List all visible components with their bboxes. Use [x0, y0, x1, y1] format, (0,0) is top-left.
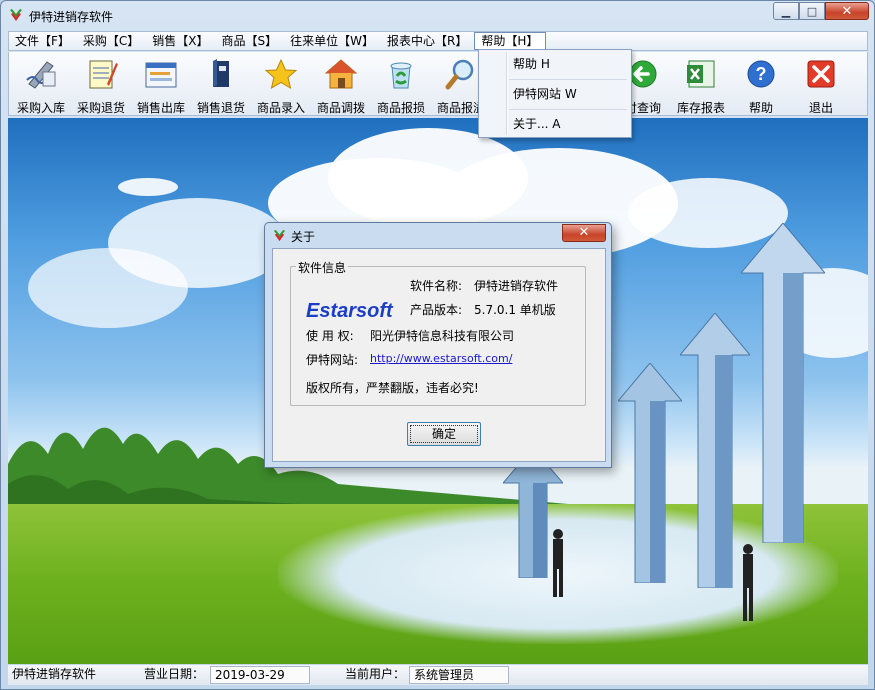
magnifier-icon [445, 59, 474, 90]
toolbar-purchase-return[interactable]: 采购退货 [71, 56, 131, 115]
menu-goods[interactable]: 商品【S】 [216, 32, 285, 50]
app-logo-icon [10, 9, 22, 21]
document-form-icon [145, 62, 177, 88]
businessman-figure [743, 544, 753, 621]
house-icon [324, 59, 358, 89]
brand-logo-text: Estarsoft [306, 300, 393, 322]
title-bar[interactable]: 伊特进销存软件 ▁ □ ✕ [1, 1, 874, 29]
book-icon [213, 59, 229, 87]
dialog-close-button[interactable]: ✕ [562, 224, 606, 242]
menu-separator [509, 79, 627, 80]
status-bar: 伊特进销存软件 营业日期： 2019-03-29 当前用户： 系统管理员 [8, 665, 868, 685]
menu-reports[interactable]: 报表中心【R】 [381, 32, 474, 50]
toolbar-label: 销售退货 [196, 101, 245, 115]
star-icon [264, 58, 298, 90]
maximize-icon: □ [806, 4, 818, 18]
svg-text:?: ? [756, 64, 767, 84]
toolbar-goods-entry[interactable]: 商品录入 [251, 56, 311, 115]
menu-file[interactable]: 文件【F】 [9, 32, 77, 50]
toolbar-goods-loss[interactable]: 商品报损 [371, 56, 431, 115]
main-window: 伊特进销存软件 ▁ □ ✕ 文件【F】 采购【C】 销售【X】 商品【S】 往来… [0, 0, 875, 690]
toolbar-label: 商品调拨 [316, 101, 365, 115]
toolbar-label: 帮助 [748, 101, 773, 115]
toolbar-label: 销售出库 [136, 101, 185, 115]
status-user-label: 当前用户： [345, 667, 406, 681]
toolbar-label: 库存报表 [676, 101, 725, 115]
software-info-group: 软件信息 Estarsoft 软件名称: 伊特进销存软件 产品版本: 5.7.0… [290, 259, 586, 406]
menu-purchase[interactable]: 采购【C】 [77, 32, 146, 50]
pen-doc-icon [26, 61, 56, 89]
ok-button[interactable]: 确定 [407, 422, 481, 446]
menu-item-about[interactable]: 关于... A [481, 112, 629, 136]
cloud [28, 248, 188, 328]
excel-icon [687, 60, 715, 88]
minimize-icon: ▁ [781, 4, 791, 18]
close-icon: ✕ [841, 3, 853, 19]
toolbar-help[interactable]: ? 帮助 [731, 56, 791, 115]
exit-icon [807, 60, 835, 88]
menu-item-website[interactable]: 伊特网站 W [481, 82, 629, 106]
toolbar-goods-transfer[interactable]: 商品调拨 [311, 56, 371, 115]
arrow-graphic [741, 223, 825, 543]
recycle-bin-icon [390, 62, 412, 89]
businessman-figure [553, 529, 563, 597]
menu-bar: 文件【F】 采购【C】 销售【X】 商品【S】 往来单位【W】 报表中心【R】 … [8, 31, 868, 51]
license-value: 阳光伊特信息科技有限公司 [370, 329, 515, 343]
version-value: 5.7.0.1 单机版 [474, 303, 556, 317]
toolbar-stock-report[interactable]: 库存报表 [671, 56, 731, 115]
toolbar-label: 采购入库 [16, 101, 65, 115]
help-dropdown-menu: 帮助 H 伊特网站 W 关于... A [478, 49, 632, 138]
menu-help[interactable]: 帮助【H】 [474, 32, 547, 50]
close-icon: ✕ [578, 225, 590, 240]
arrow-graphic [618, 363, 682, 583]
status-date-label: 营业日期： [144, 667, 205, 681]
toolbar-exit[interactable]: 退出 [791, 56, 851, 115]
status-app-name: 伊特进销存软件 [12, 667, 97, 681]
menu-separator [509, 109, 627, 110]
license-label: 使 用 权: [306, 329, 354, 343]
copyright-text: 版权所有，严禁翻版，违者必究! [306, 381, 479, 395]
website-label: 伊特网站: [306, 353, 359, 367]
version-label: 产品版本: [410, 303, 463, 317]
cloud [118, 178, 178, 196]
toolbar-sales-return[interactable]: 销售退货 [191, 56, 251, 115]
window-title: 伊特进销存软件 [29, 10, 114, 24]
toolbar-label: 商品报损 [376, 101, 425, 115]
window-controls: ▁ □ ✕ [773, 2, 869, 20]
status-user-value: 系统管理员 [409, 666, 509, 684]
toolbar-label: 退出 [808, 101, 833, 115]
toolbar: 采购入库 采购退货 销售出库 销售退货 商品录入 商品调拨 商品报损 商品报溢 … [8, 52, 868, 116]
notepad-pen-icon [89, 60, 118, 89]
close-button[interactable]: ✕ [825, 2, 869, 20]
website-link[interactable]: http://www.estarsoft.com/ [370, 352, 512, 365]
group-title: 软件信息 [296, 259, 349, 276]
about-dialog: 关于 ✕ 软件信息 Estarsoft 软件名称: 伊特进销存软件 产品版本: … [264, 222, 612, 468]
name-value: 伊特进销存软件 [474, 279, 559, 293]
minimize-button[interactable]: ▁ [773, 2, 799, 20]
menu-sales[interactable]: 销售【X】 [146, 32, 215, 50]
toolbar-purchase-in[interactable]: 采购入库 [11, 56, 71, 115]
toolbar-label: 采购退货 [76, 101, 125, 115]
name-label: 软件名称: [410, 279, 463, 293]
menu-partners[interactable]: 往来单位【W】 [284, 32, 381, 50]
help-icon: ? [747, 60, 775, 88]
maximize-button[interactable]: □ [799, 2, 825, 20]
dialog-body: 软件信息 Estarsoft 软件名称: 伊特进销存软件 产品版本: 5.7.0… [272, 248, 606, 462]
dialog-title: 关于 [291, 230, 316, 244]
status-date-value: 2019-03-29 [210, 666, 310, 684]
toolbar-sales-out[interactable]: 销售出库 [131, 56, 191, 115]
app-logo-icon [273, 229, 286, 242]
toolbar-label: 商品录入 [256, 101, 305, 115]
menu-item-help[interactable]: 帮助 H [481, 52, 629, 76]
